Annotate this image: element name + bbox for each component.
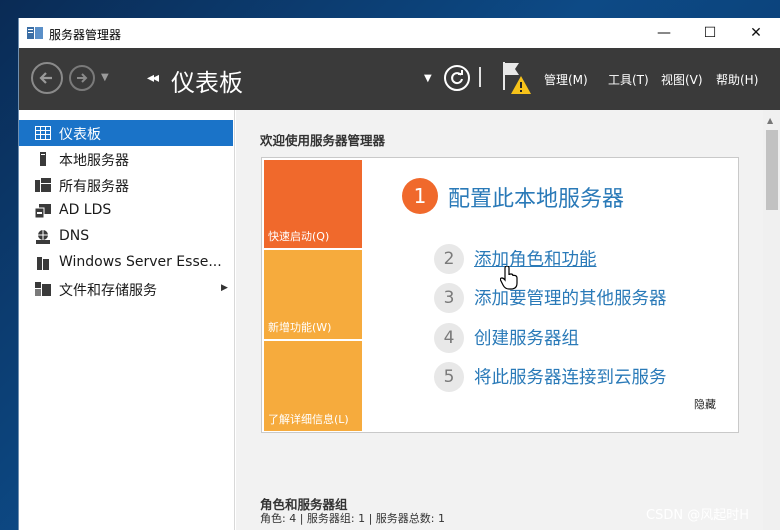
tile-whats-new[interactable]: 新增功能(W) [264,250,362,339]
sidebar-item-label: DNS [59,228,90,244]
refresh-icon [451,70,463,85]
refresh-button[interactable] [444,65,470,91]
watermark: CSDN @风起时H [646,508,749,523]
header-divider [479,67,481,87]
forward-button[interactable] [69,65,95,91]
tile-quick-start[interactable]: 快速启动(Q) [264,160,362,248]
notification-flag-icon[interactable] [501,60,531,96]
welcome-heading: 欢迎使用服务器管理器 [260,133,386,148]
header-dropdown-icon[interactable]: ▼ [424,73,432,84]
hand-cursor-icon [500,266,518,290]
tile-label: 快速启动(Q) [268,230,330,243]
sidebar-item-dashboard[interactable]: 仪表板 [19,120,233,146]
vertical-scrollbar[interactable]: ▲ [763,110,780,530]
step-add-roles-link[interactable]: 添加角色和功能 [474,246,597,271]
close-icon: ✕ [750,25,762,41]
quick-start-panel: 快速启动(Q) 新增功能(W) 了解详细信息(L) 1 配置此本地服务器 2 添… [261,157,739,433]
sidebar-item-ad-lds[interactable]: AD LDS [19,198,233,224]
tile-label: 了解详细信息(L) [268,413,349,426]
step-create-server-group-link[interactable]: 创建服务器组 [474,325,579,350]
sidebar-item-label: 文件和存储服务 [59,283,157,299]
step-number-badge: 5 [434,362,464,392]
sidebar-item-windows-server-essentials[interactable]: Windows Server Esse... [19,250,233,276]
close-button[interactable]: ✕ [733,18,779,48]
back-button[interactable] [31,62,63,94]
step-connect-cloud-link[interactable]: 将此服务器连接到云服务 [474,364,667,389]
sidebar-item-local-server[interactable]: 本地服务器 [19,146,233,172]
step-number-badge: 2 [434,244,464,274]
step-number-badge: 1 [402,178,438,214]
menu-manage[interactable]: 管理(M) [544,71,588,88]
step-number-badge: 3 [434,283,464,313]
sidebar-item-all-servers[interactable]: 所有服务器 [19,172,233,198]
back-icon [39,72,52,84]
menu-tools[interactable]: 工具(T) [608,71,649,88]
maximize-button[interactable]: ☐ [687,18,733,48]
server-manager-window: 服务器管理器 — ☐ ✕ ▼ ◂◂ 仪表板 ▼ 管理(M) 工具(T) 视图(V… [18,18,780,530]
hide-link[interactable]: 隐藏 [694,396,716,412]
step-number-badge: 4 [434,323,464,353]
scroll-thumb[interactable] [766,130,778,210]
forward-icon [77,73,88,83]
windows-server-icon [37,257,49,270]
history-dropdown-icon[interactable]: ▼ [101,72,109,83]
scroll-up-icon[interactable]: ▲ [767,116,773,125]
expand-arrow-icon[interactable]: ▶ [221,283,228,293]
sidebar: 仪表板 本地服务器 所有服务器 AD LDS DNS Windows Serve… [19,110,235,530]
sidebar-item-label: AD LDS [59,202,112,218]
step-configure-local-server-link[interactable]: 配置此本地服务器 [448,181,624,213]
minimize-button[interactable]: — [641,18,687,48]
sidebar-item-label: 本地服务器 [59,153,129,169]
ad-lds-icon [35,204,51,218]
menu-view[interactable]: 视图(V) [661,71,703,88]
sidebar-item-label: 所有服务器 [59,179,129,195]
server-icon [40,152,46,166]
sidebar-item-label: Windows Server Esse... [59,254,222,270]
header-bar: ▼ ◂◂ 仪表板 ▼ 管理(M) 工具(T) 视图(V) 帮助(H) [19,48,780,110]
sidebar-item-label: 仪表板 [59,127,101,143]
window-title: 服务器管理器 [49,28,122,42]
roles-summary: 角色: 4 | 服务器组: 1 | 服务器总数: 1 [260,512,446,525]
menu-help[interactable]: 帮助(H) [716,71,758,88]
file-storage-icon [35,282,51,296]
main-content: 欢迎使用服务器管理器 快速启动(Q) 新增功能(W) 了解详细信息(L) 1 配… [236,110,763,530]
title-bar: 服务器管理器 — ☐ ✕ [19,18,780,48]
tile-label: 新增功能(W) [268,321,332,334]
maximize-icon: ☐ [703,25,717,41]
page-title: 仪表板 [171,69,243,97]
dns-icon [36,230,50,244]
sidebar-item-file-storage[interactable]: 文件和存储服务 ▶ [19,276,233,302]
sidebar-item-dns[interactable]: DNS [19,224,233,250]
servers-icon [35,178,51,192]
dashboard-icon [35,126,51,140]
minimize-icon: — [657,25,671,41]
tile-learn-more[interactable]: 了解详细信息(L) [264,341,362,431]
server-manager-app-icon [27,27,43,39]
breadcrumb-arrows-icon: ◂◂ [147,70,159,86]
